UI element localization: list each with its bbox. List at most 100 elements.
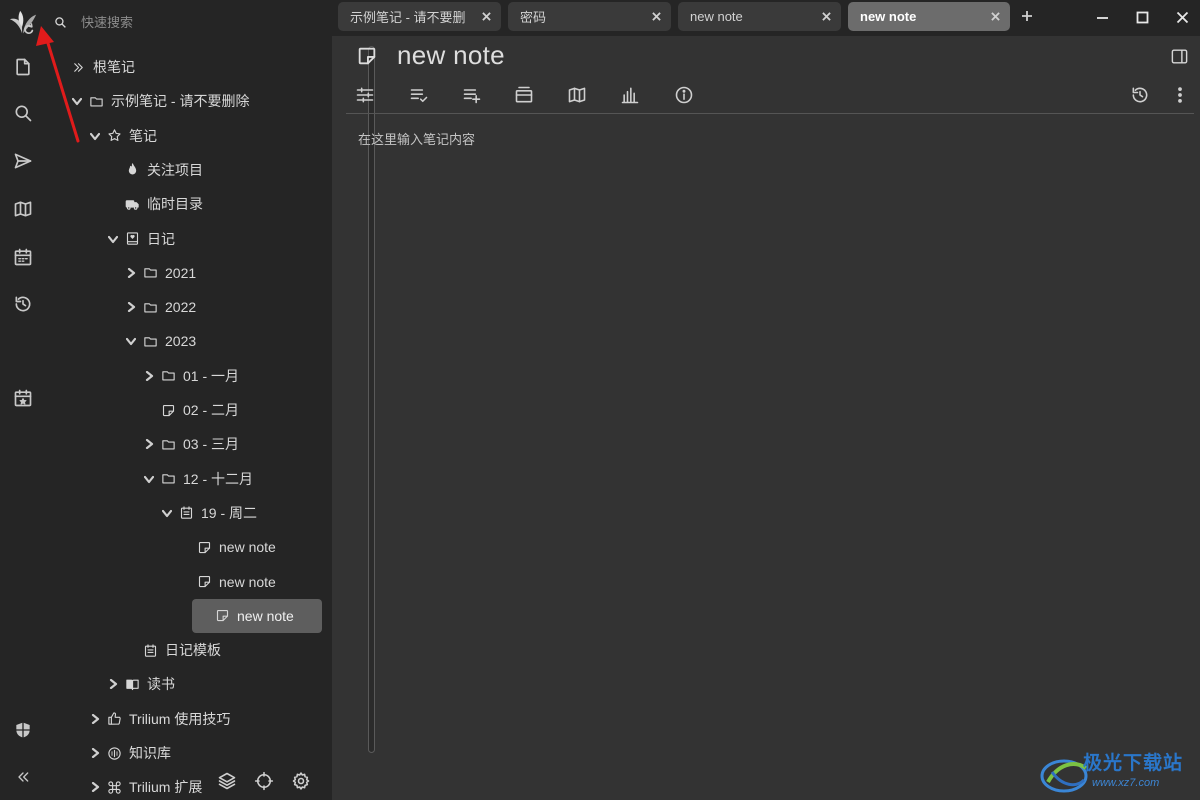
note-content-editor[interactable]: 在这里输入笔记内容 xyxy=(358,129,475,148)
tree-node[interactable]: 日记 xyxy=(106,222,175,256)
recent-changes-icon xyxy=(15,296,31,312)
note-title[interactable]: new note xyxy=(397,40,505,71)
toggle-right-pane-button[interactable] xyxy=(1170,47,1190,67)
chevron-down-icon[interactable] xyxy=(160,506,174,520)
toolbar-divider xyxy=(346,113,1194,114)
today-note-button[interactable] xyxy=(0,378,46,418)
new-note-button[interactable] xyxy=(0,47,46,87)
tree-node-label: 2022 xyxy=(165,299,197,316)
tree-node[interactable]: new note xyxy=(178,565,276,599)
collapse-tree-button[interactable] xyxy=(215,767,239,795)
tree-node-label: 02 - 二月 xyxy=(183,402,240,418)
protected-session-icon xyxy=(15,721,31,739)
chevron-right-icon[interactable] xyxy=(88,712,102,726)
tree-node-label: 日记 xyxy=(147,230,175,247)
tab-bar: 示例笔记 - 请不要删 密码 new note new note xyxy=(332,0,1200,36)
tree-node[interactable]: 关注项目 xyxy=(106,153,203,187)
protected-session-button[interactable] xyxy=(0,710,46,750)
tree-node[interactable]: 03 - 三月 xyxy=(142,427,239,461)
close-icon[interactable] xyxy=(988,9,1002,23)
chevron-right-icon[interactable] xyxy=(142,369,156,383)
search-button[interactable] xyxy=(0,93,46,133)
close-icon[interactable] xyxy=(479,9,493,23)
note-revisions-button[interactable] xyxy=(1128,83,1152,107)
chevron-right-icon[interactable] xyxy=(124,266,138,280)
command-icon xyxy=(106,779,122,795)
tree-node[interactable]: 2021 xyxy=(124,256,196,290)
note-info-chart-button[interactable] xyxy=(618,83,642,107)
note-map-icon xyxy=(14,201,32,217)
jump-to-note-button[interactable] xyxy=(0,141,46,181)
note-icon-button[interactable] xyxy=(356,45,378,67)
folder-icon xyxy=(88,93,104,109)
chevron-down-icon[interactable] xyxy=(106,232,120,246)
close-icon[interactable] xyxy=(649,9,663,23)
chevron-right-icon[interactable] xyxy=(142,437,156,451)
tree-node[interactable]: Trilium 使用技巧 xyxy=(88,702,230,736)
folder-icon xyxy=(142,299,158,315)
inherited-attributes-button[interactable] xyxy=(512,83,536,107)
minimize-button[interactable] xyxy=(1089,5,1115,29)
recent-changes-button[interactable] xyxy=(0,284,46,324)
basic-properties-button[interactable] xyxy=(353,83,377,107)
tree-node-label: 根笔记 xyxy=(93,59,135,75)
tree-node[interactable]: 示例笔记 - 请不要删除 xyxy=(70,84,249,118)
tree-node[interactable]: 2023 xyxy=(124,324,196,358)
tree-node[interactable]: new note xyxy=(192,598,322,633)
tree-node[interactable]: 01 - 一月 xyxy=(142,359,239,393)
star-icon xyxy=(106,128,122,144)
tree-node[interactable]: 临时目录 xyxy=(106,187,203,221)
more-options-button[interactable] xyxy=(1168,83,1192,107)
chevron-right-icon[interactable] xyxy=(124,300,138,314)
chevron-right-icon[interactable] xyxy=(88,746,102,760)
search-icon xyxy=(55,16,66,28)
note-map-button[interactable] xyxy=(565,83,589,107)
tab[interactable]: new note xyxy=(678,2,841,31)
chevron-down-icon[interactable] xyxy=(124,334,138,348)
info-button[interactable] xyxy=(672,83,696,107)
new-tab-button[interactable] xyxy=(1018,6,1036,26)
locate-note-icon xyxy=(254,771,274,791)
tree-node[interactable]: 12 - 十二月 xyxy=(142,462,253,496)
tree-node[interactable]: 19 - 周二 xyxy=(160,496,257,530)
tree-node[interactable]: Trilium 扩展 xyxy=(88,770,202,800)
calendar-button[interactable] xyxy=(0,237,46,277)
tree-node[interactable]: 2022 xyxy=(124,290,196,324)
tree-node[interactable]: 日记模板 xyxy=(124,633,221,667)
tab[interactable]: new note xyxy=(848,2,1010,31)
watermark-text: 极光下载站 xyxy=(1083,753,1184,774)
collapse-launcher-button[interactable] xyxy=(0,757,46,797)
tab[interactable]: 密码 xyxy=(508,2,671,31)
quick-search-input[interactable] xyxy=(81,14,301,30)
owned-attributes-button[interactable] xyxy=(460,83,484,107)
chevron-down-icon[interactable] xyxy=(70,94,84,108)
trilium-logo-button[interactable] xyxy=(0,0,46,46)
tree-node[interactable]: 知识库 xyxy=(88,736,171,770)
note-icon xyxy=(214,608,230,624)
minimize-icon xyxy=(1096,16,1108,19)
close-icon[interactable] xyxy=(819,9,833,23)
tree-node-label: 19 - 周二 xyxy=(201,504,258,521)
tree-node[interactable]: 02 - 二月 xyxy=(142,393,239,427)
maximize-button[interactable] xyxy=(1129,5,1155,29)
tab-label: new note xyxy=(860,9,917,24)
close-window-button[interactable] xyxy=(1169,5,1195,29)
tree-node[interactable]: new note xyxy=(178,530,276,564)
promoted-attributes-button[interactable] xyxy=(407,83,431,107)
plus-icon xyxy=(1022,11,1032,21)
note-map-button[interactable] xyxy=(0,189,46,229)
tree-node-spacer xyxy=(106,163,120,177)
tree-node[interactable]: 根笔记 xyxy=(52,50,135,84)
tree-settings-button[interactable] xyxy=(289,767,313,795)
tree-node[interactable]: 笔记 xyxy=(88,119,157,153)
tree-scrollbar[interactable] xyxy=(368,46,375,753)
tab[interactable]: 示例笔记 - 请不要删 xyxy=(338,2,501,31)
chevron-right-icon[interactable] xyxy=(106,677,120,691)
folder-icon xyxy=(142,265,158,281)
chevron-down-icon[interactable] xyxy=(88,129,102,143)
chevron-right-icon[interactable] xyxy=(88,780,102,794)
tree-node[interactable]: 读书 xyxy=(106,667,175,701)
chevron-down-icon[interactable] xyxy=(142,472,156,486)
info-icon xyxy=(675,86,693,104)
scroll-to-active-note-button[interactable] xyxy=(252,767,276,795)
